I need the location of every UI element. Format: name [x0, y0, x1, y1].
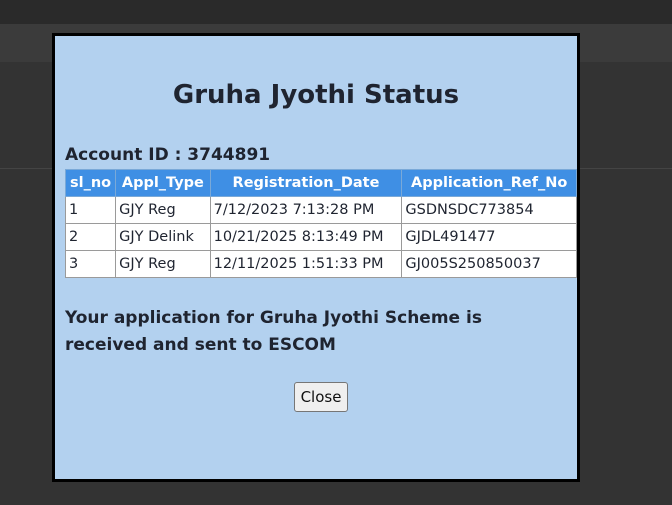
cell-application-ref-no: GJ005S250850037 — [401, 250, 577, 278]
cell-appl-type: GJY Reg — [115, 250, 211, 278]
table-header-row: sl_no Appl_Type Registration_Date Applic… — [64, 169, 577, 197]
cell-registration-date: 10/21/2025 8:13:49 PM — [209, 223, 403, 251]
column-header-appl-type: Appl_Type — [115, 169, 211, 197]
cell-sl-no: 2 — [64, 223, 117, 251]
account-id-label: Account ID : 3744891 — [65, 145, 271, 165]
background-header-strip — [0, 0, 672, 24]
status-table: sl_no Appl_Type Registration_Date Applic… — [64, 169, 577, 278]
column-header-registration-date: Registration_Date — [209, 169, 403, 197]
modal-title: Gruha Jyothi Status — [172, 80, 460, 110]
cell-sl-no: 1 — [64, 196, 117, 224]
table-row: 3 GJY Reg 12/11/2025 1:51:33 PM GJ005S25… — [64, 250, 577, 278]
close-button[interactable]: Close — [294, 382, 348, 412]
cell-sl-no: 3 — [64, 250, 117, 278]
cell-appl-type: GJY Reg — [115, 196, 211, 224]
cell-registration-date: 7/12/2023 7:13:28 PM — [209, 196, 403, 224]
column-header-sl-no: sl_no — [64, 169, 117, 197]
cell-application-ref-no: GSDNSDC773854 — [401, 196, 577, 224]
status-modal: Gruha Jyothi Status Account ID : 3744891… — [52, 33, 580, 482]
cell-appl-type: GJY Delink — [115, 223, 211, 251]
table-row: 2 GJY Delink 10/21/2025 8:13:49 PM GJDL4… — [64, 223, 577, 251]
status-message: Your application for Gruha Jyothi Scheme… — [65, 308, 482, 355]
cell-registration-date: 12/11/2025 1:51:33 PM — [209, 250, 403, 278]
column-header-application-ref-no: Application_Ref_No — [401, 169, 577, 197]
table-row: 1 GJY Reg 7/12/2023 7:13:28 PM GSDNSDC77… — [64, 196, 577, 224]
cell-application-ref-no: GJDL491477 — [401, 223, 577, 251]
